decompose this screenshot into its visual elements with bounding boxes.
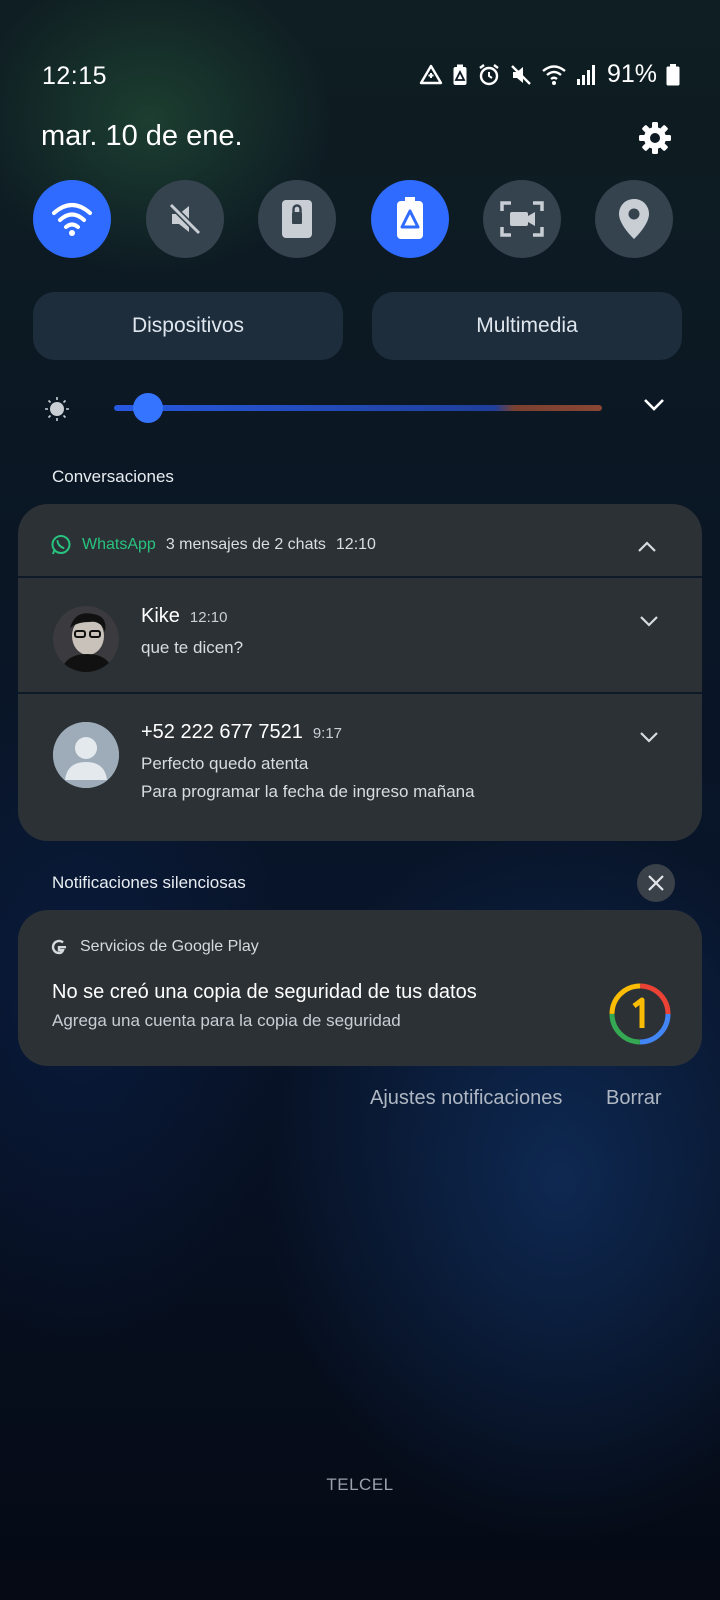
notification-settings-button[interactable]: Ajustes notificaciones: [370, 1087, 562, 1110]
notification-group-header[interactable]: WhatsApp 3 mensajes de 2 chats 12:10: [50, 534, 376, 556]
clear-all-button[interactable]: Borrar: [606, 1087, 662, 1110]
google-play-notification[interactable]: Servicios de Google Play No se creó una …: [18, 910, 702, 1066]
google-one-icon: [608, 982, 672, 1051]
sender-row: Kike 12:10: [141, 605, 227, 628]
brightness-slider-thumb[interactable]: [133, 393, 164, 423]
divider: [18, 576, 702, 578]
notification-app-name: Servicios de Google Play: [80, 938, 259, 955]
location-icon: [619, 199, 649, 239]
toggle-wifi[interactable]: [33, 180, 111, 258]
alarm-icon: [479, 63, 499, 85]
notification-summary: 3 mensajes de 2 chats: [165, 536, 326, 553]
sender-name: Kike: [141, 605, 180, 627]
expand-chevron-down-icon[interactable]: [640, 614, 658, 632]
devices-button[interactable]: Dispositivos: [33, 292, 343, 360]
notification-header: Servicios de Google Play: [50, 938, 259, 956]
mute-icon: [168, 202, 202, 236]
battery-percent: 91%: [606, 60, 657, 88]
settings-gear-icon[interactable]: [637, 120, 673, 156]
toggle-location[interactable]: [595, 180, 673, 258]
status-icons: 91%: [419, 60, 680, 89]
carrier-label: TELCEL: [326, 1475, 394, 1494]
wifi-icon: [542, 64, 566, 85]
message-text: que te dicen?: [141, 638, 244, 657]
toggle-power-saving[interactable]: [371, 180, 449, 258]
mute-icon: [511, 64, 531, 85]
expand-chevron-down-icon[interactable]: [643, 398, 665, 417]
toggle-screen-lock[interactable]: [258, 180, 336, 258]
brightness-slider-track[interactable]: [114, 405, 602, 411]
conversations-section-title: Conversaciones: [52, 467, 174, 486]
wifi-icon: [52, 203, 92, 236]
message-time: 9:17: [312, 725, 343, 742]
toggle-screen-capture[interactable]: [483, 180, 561, 258]
collapse-chevron-up-icon[interactable]: [638, 540, 656, 558]
google-g-icon: [51, 939, 66, 955]
date-label: mar. 10 de ene.: [41, 120, 243, 152]
message-text: Perfecto quedo atenta: [141, 754, 309, 773]
expand-chevron-down-icon[interactable]: [640, 730, 658, 748]
lock-icon: [282, 200, 312, 238]
notification-time: 12:10: [335, 536, 376, 553]
notification-title: No se creó una copia de seguridad de tus…: [52, 981, 477, 1003]
whatsapp-notification-group[interactable]: WhatsApp 3 mensajes de 2 chats 12:10 Kik…: [18, 504, 702, 841]
brightness-sun-icon: [45, 397, 69, 426]
signal-icon: [576, 64, 595, 85]
silent-section-title: Notificaciones silenciosas: [52, 873, 246, 892]
notification-subtitle: Agrega una cuenta para la copia de segur…: [52, 1011, 401, 1030]
sender-name: +52 222 677 7521: [141, 721, 303, 743]
avatar: [53, 606, 119, 672]
message-time: 12:10: [189, 609, 228, 626]
default-avatar-icon: [53, 722, 119, 788]
status-clock: 12:15: [42, 62, 108, 90]
divider: [18, 692, 702, 694]
dismiss-close-icon[interactable]: [637, 864, 675, 902]
sender-row: +52 222 677 7521 9:17: [141, 721, 342, 744]
media-button[interactable]: Multimedia: [372, 292, 682, 360]
notification-app-name: WhatsApp: [82, 536, 156, 553]
battery-saver-icon: [397, 197, 423, 239]
toggle-sound[interactable]: [146, 180, 224, 258]
data-saver-icon: [419, 64, 443, 84]
battery-icon: [666, 63, 680, 85]
message-text: Para programar la fecha de ingreso mañan…: [141, 782, 475, 801]
whatsapp-icon: [51, 535, 71, 555]
battery-saver-icon: [453, 64, 467, 85]
screen-capture-icon: [500, 201, 544, 237]
